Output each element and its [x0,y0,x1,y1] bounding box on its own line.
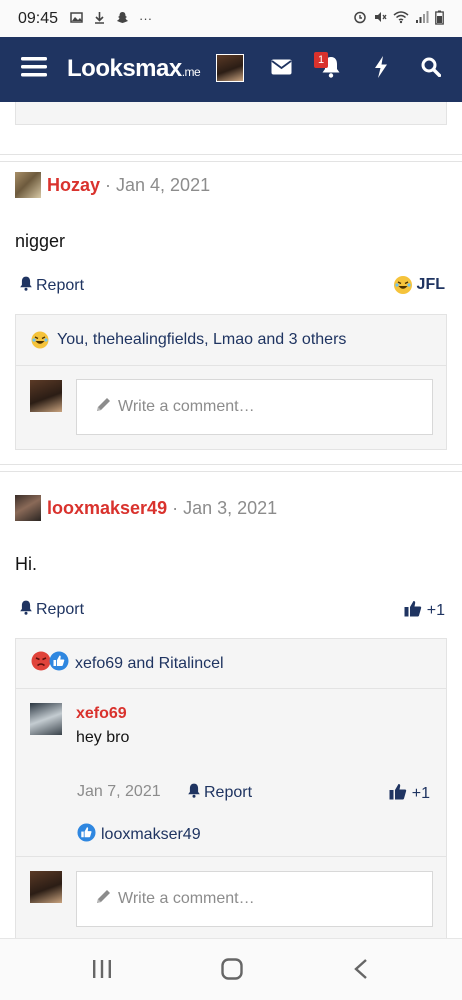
post-body: nigger [15,231,66,251]
comment-row: Write a comment… [16,366,446,450]
comments-block: You, thehealingfields, Lmao and 3 others… [15,314,447,450]
username-link[interactable]: xefo69 [76,705,127,723]
like-button[interactable]: +1 [404,600,445,622]
wifi-icon [393,10,409,28]
post-divider [0,464,462,472]
post-divider [0,154,462,162]
alerts-button[interactable] [316,37,346,102]
like-button[interactable]: +1 [389,783,430,805]
reaction-label: +1 [411,785,430,802]
logo-text: Looksmax [67,55,182,82]
username-link[interactable]: looxmakser49 [47,498,167,519]
logo-suffix: .me [181,65,201,79]
reply-date[interactable]: Jan 7, 2021 [77,783,161,801]
report-label: Report [36,601,85,618]
mute-icon [373,10,387,28]
report-button[interactable]: Report [19,600,84,620]
system-navigation-bar [0,938,462,1000]
report-button[interactable]: Report [187,783,252,803]
back-button[interactable] [353,958,369,985]
username-link[interactable]: Hozay [47,175,100,196]
search-button[interactable] [416,37,446,102]
laughing-emoji-icon [31,331,51,349]
bolt-icon [374,56,388,83]
reactions-summary-text: You, thehealingfields, Lmao and 3 others [57,331,347,348]
top-navbar: Looksmax.me 1 [0,37,462,102]
post-date[interactable]: · Jan 3, 2021 [172,498,277,519]
post-header: Hozay · Jan 4, 2021 [15,172,210,198]
reactions-summary-text: looxmakser49 [101,826,201,843]
recent-apps-button[interactable] [92,959,112,984]
more-indicator: ··· [139,10,153,26]
search-icon [421,57,442,82]
comment-placeholder: Write a comment… [118,398,255,415]
snapchat-icon [116,11,129,27]
alarm-icon [353,10,367,28]
reply-comment: xefo69 hey bro Jan 7, 2021 Report +1 loo… [16,689,446,857]
site-logo[interactable]: Looksmax.me [67,55,201,83]
back-chevron-icon [353,959,369,984]
battery-icon [435,10,444,28]
avatar[interactable] [30,703,62,735]
hamburger-icon [21,56,47,83]
download-icon [93,11,106,27]
menu-button[interactable] [14,37,54,102]
like-emoji-icon [49,651,69,676]
comment-placeholder: Write a comment… [118,890,255,907]
home-icon [221,958,243,984]
envelope-icon [270,59,292,80]
reply-reactions-summary[interactable]: looxmakser49 [77,823,201,847]
bell-icon [19,600,33,620]
post-date[interactable]: · Jan 4, 2021 [105,175,210,196]
post-header: looxmakser49 · Jan 3, 2021 [15,495,277,521]
avatar [30,380,62,412]
status-time: 09:45 [18,9,59,27]
previous-comment-block [15,102,447,125]
image-icon [70,11,83,27]
thumbs-up-icon [389,783,407,805]
user-avatar[interactable] [216,54,244,82]
reactions-summary-text: xefo69 and Ritalincel [75,654,224,672]
bell-icon [19,276,33,296]
pencil-icon [95,888,112,910]
reactions-summary[interactable]: xefo69 and Ritalincel [16,639,446,689]
avatar[interactable] [15,495,41,521]
status-bar: 09:45 ··· [0,0,462,37]
laughing-emoji-icon [393,276,412,294]
report-label: Report [204,784,253,801]
comments-block: xefo69 and Ritalincel xefo69 hey bro Jan… [15,638,447,938]
avatar[interactable] [15,172,41,198]
reactions-summary[interactable]: You, thehealingfields, Lmao and 3 others [16,315,446,366]
messages-button[interactable] [266,37,296,102]
reaction-label: JFL [416,276,445,293]
signal-icon [415,10,429,28]
write-comment-input[interactable]: Write a comment… [76,379,433,435]
report-label: Report [36,277,85,294]
reply-body: hey bro [76,729,130,746]
reaction-label: +1 [426,602,445,619]
like-emoji-icon [77,823,96,847]
bell-icon [187,783,201,803]
thumbs-up-icon [404,600,422,622]
write-comment-input[interactable]: Write a comment… [76,871,433,927]
angry-emoji-icon [31,651,51,676]
thread-content: Hozay · Jan 4, 2021 nigger Report JFL Yo… [0,102,462,938]
pencil-icon [95,396,112,418]
whats-new-button[interactable] [366,37,396,102]
post-body: Hi. [15,554,37,574]
home-button[interactable] [221,958,243,985]
comment-row: Write a comment… [16,857,446,938]
avatar [30,871,62,903]
notification-badge: 1 [314,52,328,68]
recent-apps-icon [92,960,112,983]
report-button[interactable]: Report [19,276,84,296]
reaction-button[interactable]: JFL [393,276,445,294]
